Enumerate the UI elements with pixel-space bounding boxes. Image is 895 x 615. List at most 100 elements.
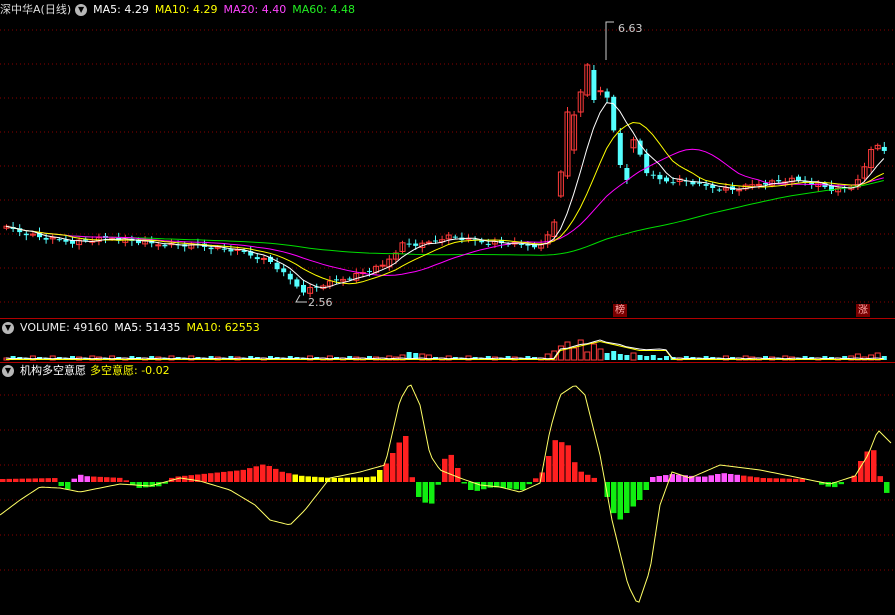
candle-down [274,262,280,270]
indicator-bar [650,477,656,482]
candle-down [367,270,372,272]
indicator-bar [357,477,363,482]
indicator-bar [507,482,513,489]
indicator-bar [760,478,766,482]
indicator-bar [565,445,571,482]
candle-down [591,70,597,100]
volume-bar [630,352,637,361]
indicator-bar [656,476,662,482]
oscillator-line [0,384,892,603]
indicator-bar [591,477,597,482]
indicator-bar [52,478,58,482]
high-price-label: 6.63 [618,22,643,35]
candle-down [301,284,306,293]
indicator-bar [396,442,402,482]
indicator-bar [201,473,207,482]
indicator-bar [84,476,90,482]
indicator-bar [780,478,786,482]
ma60-line [5,180,884,256]
rank-badge[interactable]: 榜 [613,304,627,317]
candle-down [624,168,630,180]
indicator-bar [708,475,714,482]
candle-down [334,279,339,281]
indicator-bar [312,476,318,482]
indicator-bar [877,476,883,482]
indicator-bar [286,473,292,482]
indicator-bar [448,454,454,482]
indicator-bar [279,471,285,482]
high-marker [605,21,614,60]
candle-down [228,249,234,252]
candle-down [611,96,617,131]
indicator-bar [734,474,740,482]
indicator-bar [520,482,526,490]
indicator-bar [585,474,591,482]
indicator-bar [455,468,461,482]
indicator-bar [188,475,194,482]
volume-ma5-line [5,339,884,360]
candle-down [413,243,419,246]
low-price-label: 2.56 [308,296,333,309]
volume-bar [650,355,656,360]
candle-down [617,133,623,165]
indicator-bar [208,473,214,482]
indicator-bar [364,477,370,482]
indicator-bar [266,466,272,482]
candle-down [433,240,438,242]
indicator-bar [45,478,51,482]
indicator-bar [390,453,396,482]
chart-canvas[interactable]: 6.63 2.56 [0,0,895,615]
candle-down [294,279,300,287]
volume-bar [590,343,597,361]
candle-down [485,243,491,245]
indicator-bar [526,482,532,485]
indicator-bar [403,436,409,482]
indicator-bar [123,480,129,482]
candle-down [56,239,62,241]
indicator-bar [351,477,357,482]
candle-down [43,237,49,240]
indicator-bar [637,482,643,500]
indicator-bar [331,477,337,482]
indicator-bar [643,482,649,490]
indicator-bar [247,468,253,482]
limit-up-badge[interactable]: 涨 [856,304,870,317]
candle-down [406,243,412,245]
candle-down [716,189,722,191]
candle-down [703,184,709,186]
indicator-bar [533,478,539,482]
volume-bar [644,356,650,360]
indicator-bar [305,476,311,482]
candle-up [260,257,267,260]
ma5-line [5,102,885,289]
indicator-bar [26,478,32,482]
indicator-bar [773,478,779,482]
indicator-bar [299,475,305,482]
candle-down [670,182,676,184]
indicator-bar [825,482,831,487]
indicator-bar [143,482,149,488]
indicator-bar [377,470,383,482]
volume-bar [611,351,617,360]
indicator-bar [786,478,792,482]
volume-bar [624,355,630,360]
candle-down [697,182,702,184]
ma10-line [5,121,885,285]
candle-down [208,247,214,250]
volume-bar [664,356,669,360]
indicator-bar [370,476,376,482]
candle-down [287,273,293,280]
indicator-bar [838,482,844,485]
indicator-bar [117,477,123,482]
indicator-bar [611,482,617,514]
chart-window: { "main_panel":{ "stock_title":"深中华A(日线)… [0,0,895,615]
indicator-bar [559,442,565,482]
volume-bar [577,339,584,361]
volume-bar [617,354,623,360]
indicator-bar [344,477,350,482]
candle-down [637,140,643,155]
ma20-line [5,148,884,276]
indicator-bar [871,450,877,482]
indicator-bar [624,482,630,513]
candle-down [796,176,801,181]
